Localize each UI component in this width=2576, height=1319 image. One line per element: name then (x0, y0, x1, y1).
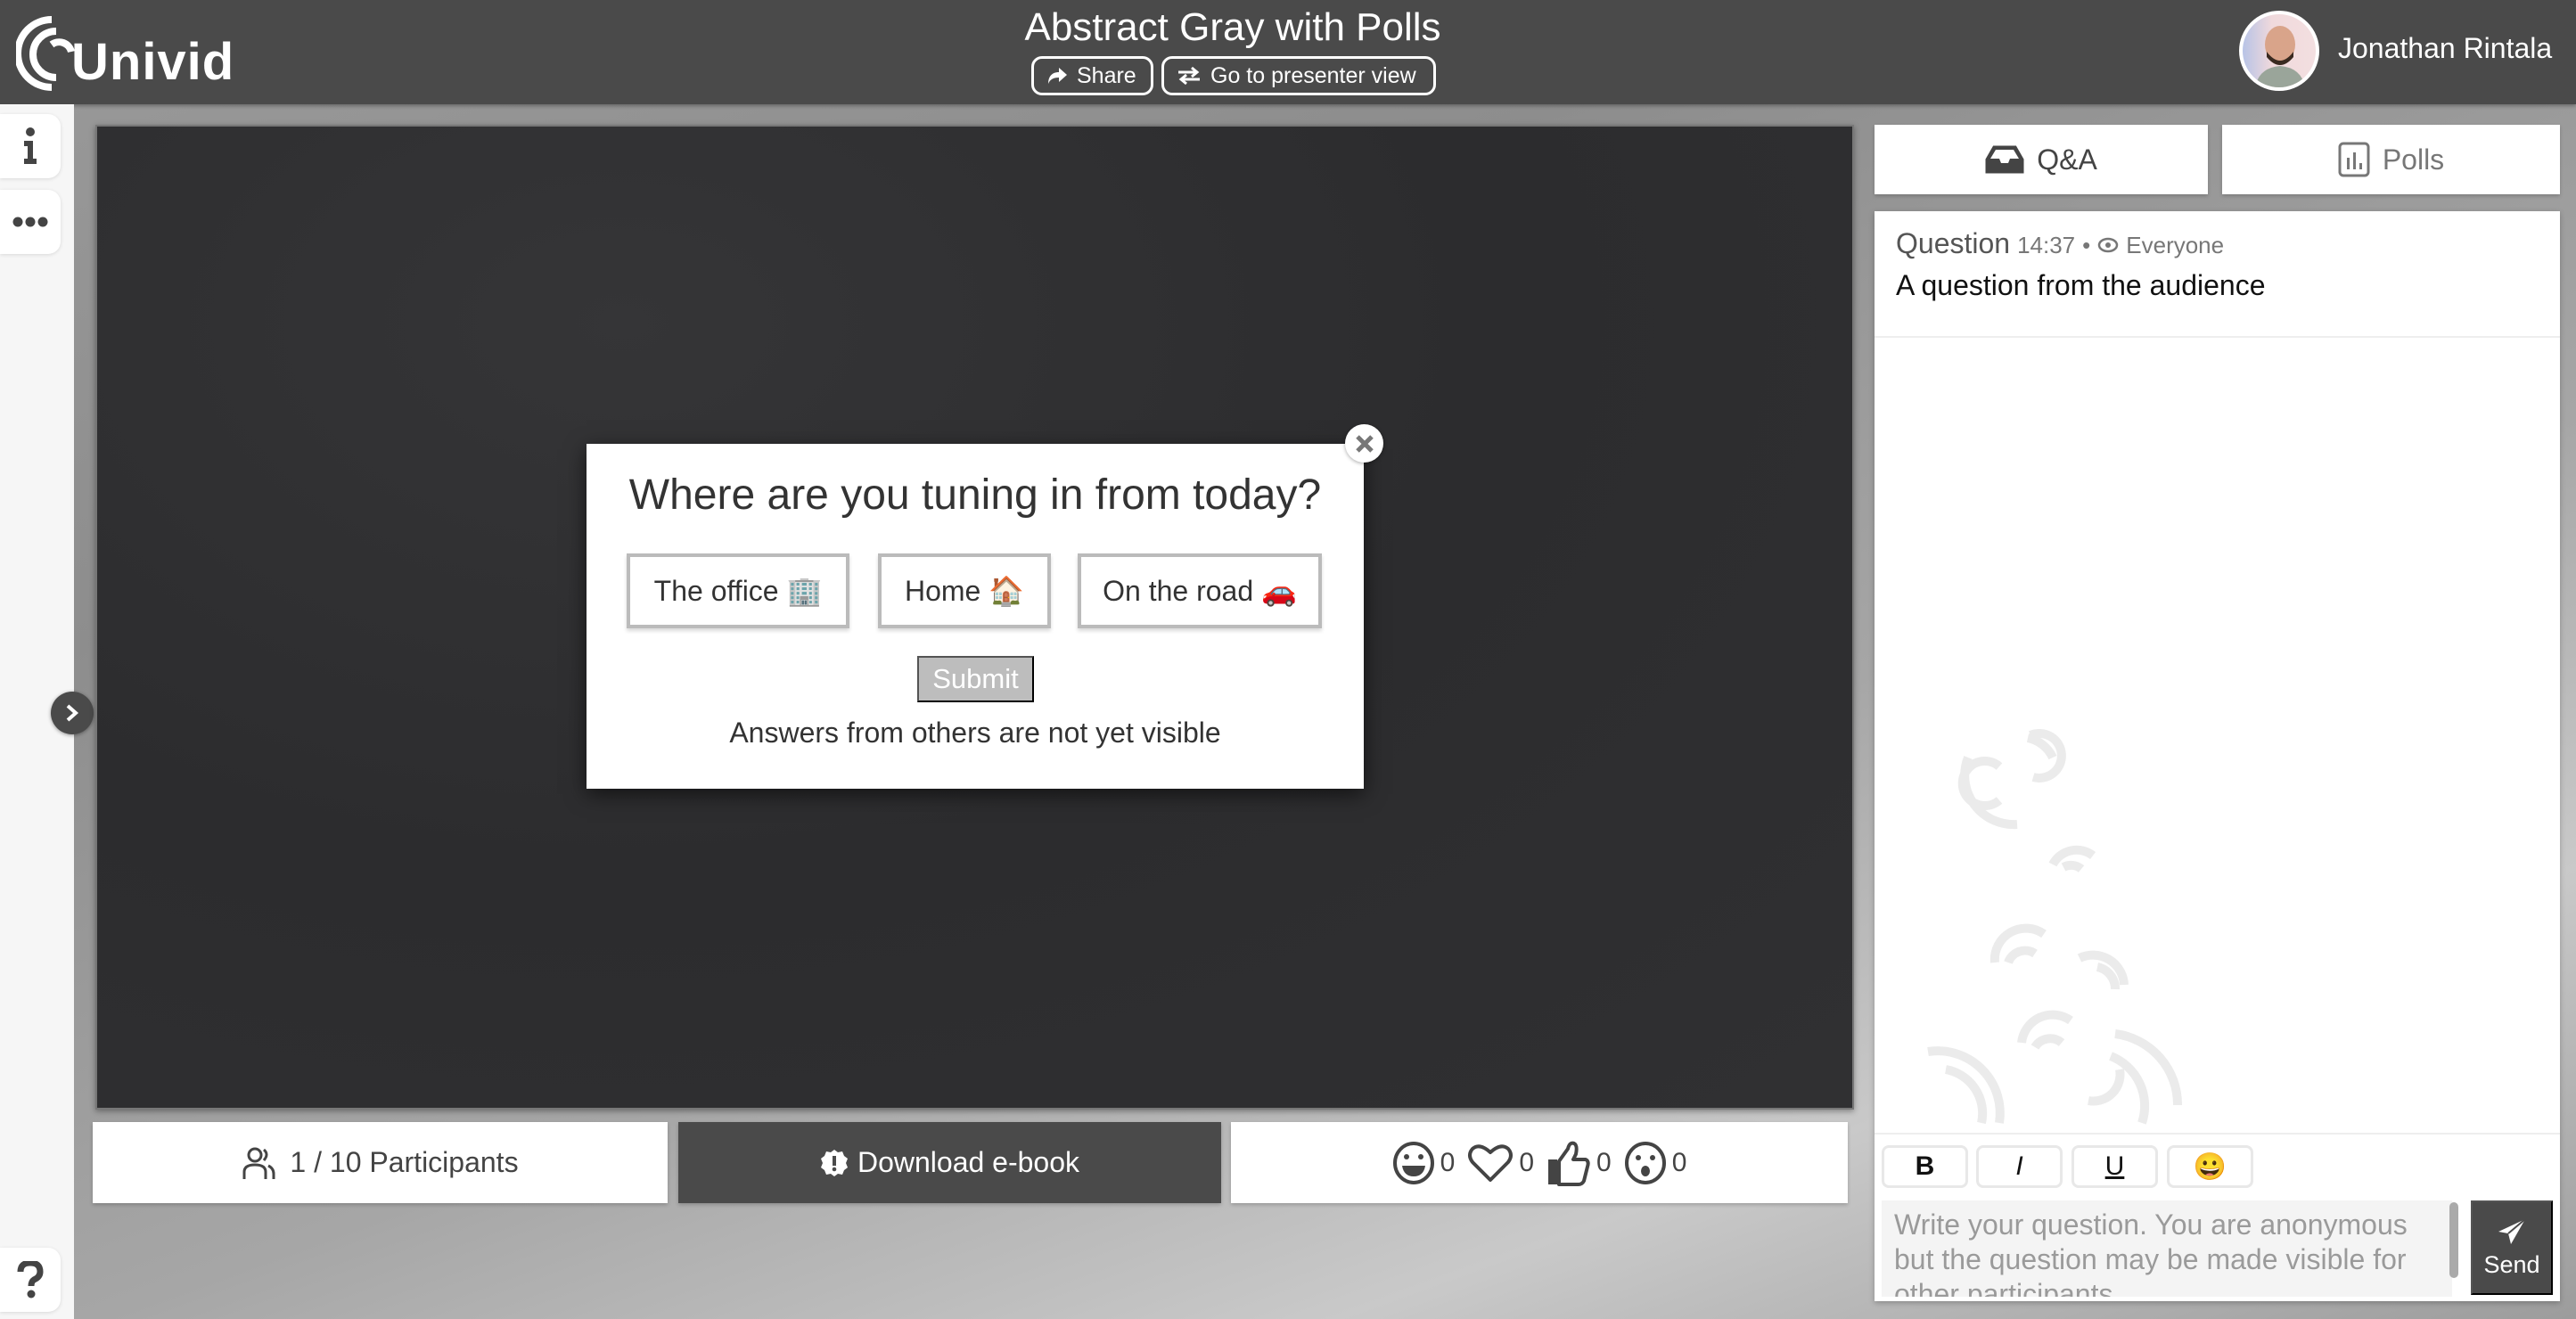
participants-label: 1 / 10 Participants (290, 1146, 519, 1178)
user-avatar[interactable] (2239, 11, 2319, 91)
reaction-heart[interactable]: 0 (1467, 1143, 1534, 1184)
poll-visibility-note: Answers from others are not yet visible (729, 717, 1221, 749)
info-icon (24, 127, 37, 164)
question-visibility: Everyone (2126, 232, 2225, 258)
download-label: Download e-book (857, 1146, 1080, 1178)
meta-separator: • (2082, 232, 2091, 258)
close-poll-button[interactable] (1345, 424, 1383, 463)
info-button[interactable] (0, 114, 61, 178)
option-label: Home (904, 574, 981, 607)
presenter-label: Go to presenter view (1210, 62, 1416, 88)
bold-button[interactable]: B (1882, 1145, 1968, 1188)
option-label: On the road (1103, 574, 1254, 607)
share-label: Share (1077, 62, 1136, 88)
question-icon (17, 1261, 44, 1299)
emoji-picker-button[interactable]: 😀 (2167, 1145, 2253, 1188)
inbox-icon (1985, 145, 2024, 174)
paper-plane-icon (2498, 1217, 2526, 1244)
input-scrollbar[interactable] (2449, 1202, 2458, 1278)
users-icon (242, 1147, 275, 1179)
page-title: Abstract Gray with Polls (1024, 5, 1441, 49)
alert-badge-icon (820, 1149, 848, 1176)
send-label: Send (2483, 1250, 2540, 1278)
poll-option-on-the-road[interactable]: On the road 🚗 (1078, 553, 1322, 628)
heart-icon (1468, 1143, 1514, 1182)
poll-modal: Where are you tuning in from today? The … (587, 444, 1364, 789)
close-icon (1355, 434, 1374, 453)
tab-polls[interactable]: Polls (2222, 125, 2560, 194)
download-ebook-button[interactable]: Download e-book (678, 1122, 1221, 1203)
option-label: The office (653, 574, 779, 607)
question-input[interactable] (1882, 1200, 2452, 1297)
reaction-count: 0 (1440, 1147, 1456, 1177)
qa-panel: Question 14:37 • Everyone A question fro… (1875, 211, 2560, 1301)
participants-counter[interactable]: 1 / 10 Participants (93, 1122, 668, 1203)
question-text: A question from the audience (1896, 269, 2266, 301)
poll-option-home[interactable]: Home 🏠 (878, 553, 1051, 628)
question-item[interactable]: Question 14:37 • Everyone A question fro… (1875, 211, 2560, 338)
laughing-face-icon (1392, 1141, 1434, 1184)
tab-qa-label: Q&A (2037, 143, 2097, 176)
share-arrow-icon (1048, 68, 1067, 84)
expand-sidebar-button[interactable] (51, 692, 94, 734)
swap-arrows-icon (1178, 66, 1200, 86)
presenter-view-button[interactable]: Go to presenter view (1161, 56, 1436, 95)
reaction-thumbs-up[interactable]: 0 (1546, 1140, 1612, 1186)
underline-button[interactable]: U (2071, 1145, 2158, 1188)
italic-button[interactable]: I (1976, 1145, 2063, 1188)
user-photo-icon (2255, 26, 2305, 87)
univid-watermark-icon (1927, 729, 2183, 1125)
chevron-right-icon (66, 704, 79, 722)
poll-submit-button[interactable]: Submit (917, 656, 1034, 702)
question-meta: Question 14:37 • Everyone (1896, 227, 2224, 260)
ellipsis-icon (12, 217, 48, 227)
reaction-count: 0 (1596, 1147, 1612, 1177)
user-name: Jonathan Rintala (2338, 32, 2553, 64)
grinning-face-icon: 😀 (2193, 1151, 2227, 1182)
tab-qa[interactable]: Q&A (1875, 125, 2208, 194)
format-divider (1875, 1133, 2560, 1135)
house-icon: 🏠 (989, 575, 1025, 607)
car-icon: 🚗 (1261, 575, 1297, 607)
send-button[interactable]: Send (2471, 1200, 2553, 1295)
help-button[interactable] (0, 1248, 61, 1312)
reaction-surprised[interactable]: 0 (1624, 1141, 1687, 1185)
thumbs-up-icon (1548, 1141, 1590, 1186)
more-options-button[interactable] (0, 190, 61, 254)
office-building-icon: 🏢 (786, 575, 823, 607)
surprised-face-icon (1624, 1141, 1666, 1184)
share-button[interactable]: Share (1031, 56, 1153, 95)
reaction-count: 0 (1519, 1147, 1534, 1177)
question-label: Question (1896, 227, 2011, 259)
question-time: 14:37 (2017, 232, 2076, 258)
top-header: Univid Abstract Gray with Polls Share Go… (0, 0, 2576, 104)
eye-icon (2098, 237, 2119, 253)
poll-option-office[interactable]: The office 🏢 (627, 553, 849, 628)
tab-polls-label: Polls (2382, 143, 2445, 176)
reaction-count: 0 (1671, 1147, 1687, 1177)
reaction-laugh[interactable]: 0 (1392, 1141, 1456, 1185)
reactions-bar: 0 0 0 0 (1231, 1122, 1848, 1203)
poll-question: Where are you tuning in from today? (628, 471, 1322, 519)
poll-chart-icon (2338, 142, 2370, 177)
